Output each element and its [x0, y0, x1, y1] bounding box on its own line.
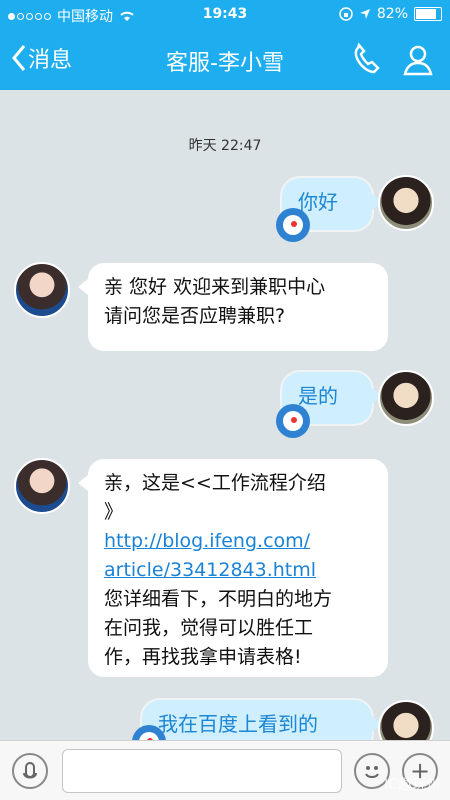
- status-right: 82%: [339, 6, 442, 22]
- message-line: 您详细看下，不明白的地方: [104, 588, 333, 610]
- input-bar: + IC趣玩州: [0, 740, 450, 800]
- status-bar: 中国移动 19:43 82%: [0, 0, 450, 30]
- voice-button[interactable]: [12, 753, 48, 789]
- battery-percent: 82%: [376, 6, 408, 22]
- message-bubble-received[interactable]: 亲，这是<<工作流程介绍 》 http://blog.ifeng.com/ ar…: [78, 459, 388, 677]
- phone-icon[interactable]: [348, 42, 384, 78]
- location-icon: [359, 9, 370, 19]
- doraemon-sticker-icon: [132, 725, 166, 740]
- message-bubble-received[interactable]: 亲 您好 欢迎来到兼职中心 请问您是否应聘兼职?: [78, 263, 388, 351]
- message-line: 在问我，觉得可以胜任工: [104, 617, 314, 639]
- avatar-agent[interactable]: [14, 458, 70, 514]
- message-bubble-sent[interactable]: 我在百度上看到的: [142, 700, 382, 740]
- avatar-user[interactable]: [378, 175, 434, 231]
- message-input[interactable]: [62, 749, 342, 793]
- message-line: 作，再找我拿申请表格!: [104, 646, 302, 668]
- article-link[interactable]: article/33412843.html: [104, 556, 372, 585]
- nav-bar: 消息 客服-李小雪: [0, 30, 450, 90]
- doraemon-sticker-icon: [276, 208, 310, 242]
- chat-area[interactable]: 昨天 22:47 你好 亲 您好 欢迎来到兼职中心 请问您是否应聘兼职? 是的 …: [0, 90, 450, 740]
- watermark: IC趣玩州: [384, 777, 440, 793]
- message-text: 我在百度上看到的: [158, 712, 318, 736]
- avatar-user[interactable]: [378, 700, 434, 740]
- message-line: 亲，这是<<工作流程介绍: [104, 472, 326, 494]
- message-line: 亲 您好 欢迎来到兼职中心: [104, 276, 326, 298]
- message-line: 》: [104, 501, 124, 523]
- message-line: 请问您是否应聘兼职?: [104, 305, 286, 327]
- battery-icon: [414, 7, 442, 21]
- message-timestamp: 昨天 22:47: [188, 138, 262, 154]
- avatar-agent[interactable]: [14, 262, 70, 318]
- orientation-lock-icon: [339, 7, 353, 21]
- avatar-user[interactable]: [378, 370, 434, 426]
- article-link[interactable]: http://blog.ifeng.com/: [104, 527, 372, 556]
- doraemon-sticker-icon: [276, 404, 310, 438]
- profile-icon[interactable]: [400, 42, 436, 78]
- microphone-icon: [23, 762, 37, 779]
